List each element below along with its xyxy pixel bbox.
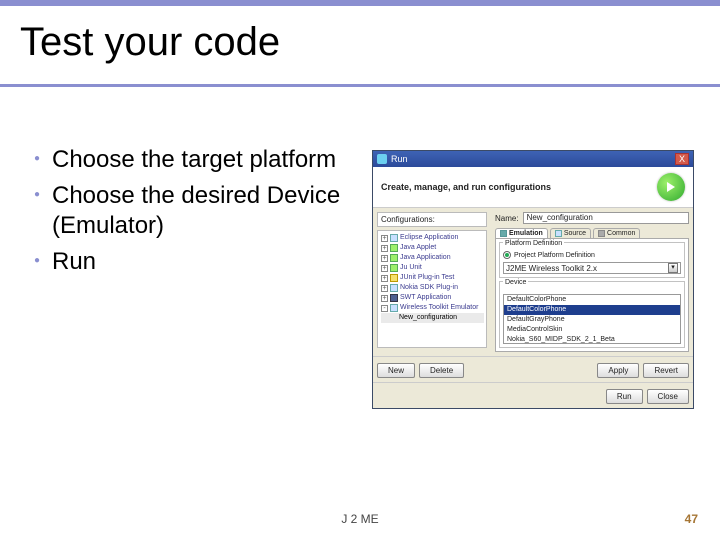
run-dialog-icon	[377, 154, 387, 164]
node-icon	[390, 264, 398, 272]
tree-node-label[interactable]: Ju Unit	[400, 263, 422, 273]
revert-button[interactable]: Revert	[643, 363, 689, 378]
device-list-item[interactable]: DefaultGrayPhone	[504, 315, 680, 325]
expand-icon[interactable]: +	[381, 285, 388, 292]
node-icon	[390, 284, 398, 292]
slide-page-number: 47	[685, 512, 698, 526]
title-underline	[0, 84, 720, 87]
close-button-bottom[interactable]: Close	[647, 389, 689, 404]
phone-icon	[500, 230, 507, 237]
expand-icon[interactable]: +	[381, 255, 388, 262]
source-icon	[555, 230, 562, 237]
delete-button[interactable]: Delete	[419, 363, 464, 378]
run-dialog-window: Run X Create, manage, and run configurat…	[372, 150, 694, 409]
expand-icon[interactable]: +	[381, 265, 388, 272]
tab-common[interactable]: Common	[593, 228, 640, 238]
bullet-item: Choose the target platform	[52, 145, 360, 175]
tab-strip: Emulation Source Common	[495, 228, 689, 238]
expand-icon[interactable]: -	[381, 305, 388, 312]
configurations-panel: Configurations: + Eclipse Application + Ja…	[373, 208, 491, 356]
device-group-title: Device	[503, 279, 528, 286]
tree-node-label[interactable]: JUnit Plug-in Test	[400, 273, 454, 283]
tree-node: + Nokia SDK Plug-in	[381, 283, 484, 293]
configurations-label: Configurations:	[377, 212, 487, 227]
expand-icon[interactable]: +	[381, 295, 388, 302]
radio-button[interactable]	[503, 251, 511, 259]
device-list-item-selected[interactable]: DefaultColorPhone	[504, 305, 680, 315]
node-icon	[390, 234, 398, 242]
run-dialog-title: Run	[391, 154, 671, 164]
bullet-item: Choose the desired Device (Emulator)	[52, 181, 360, 241]
configurations-tree[interactable]: + Eclipse Application + Java Applet + Java …	[377, 230, 487, 348]
tree-node-label[interactable]: Wireless Toolkit Emulator	[400, 303, 478, 313]
tree-node: + SWT Application	[381, 293, 484, 303]
tree-node: - Wireless Toolkit Emulator	[381, 303, 484, 313]
middle-button-row: New Delete Apply Revert	[373, 356, 693, 382]
bottom-button-row: Run Close	[373, 382, 693, 408]
tree-node: + Java Applet	[381, 243, 484, 253]
platform-combo-value: J2ME Wireless Toolkit 2.x	[506, 264, 597, 273]
device-list-item[interactable]: MediaControlSkin	[504, 325, 680, 335]
node-icon	[390, 294, 398, 302]
device-list-item[interactable]: Nokia_S60_MIDP_SDK_2_1_Beta	[504, 335, 680, 344]
tree-node-label[interactable]: Java Applet	[400, 243, 436, 253]
node-icon	[390, 254, 398, 262]
tree-node: + Eclipse Application	[381, 233, 484, 243]
expand-icon[interactable]: +	[381, 235, 388, 242]
new-button[interactable]: New	[377, 363, 415, 378]
platform-combo[interactable]: J2ME Wireless Toolkit 2.x ▾	[503, 262, 681, 274]
slide-bullets: Choose the target platform Choose the de…	[30, 145, 360, 283]
apply-button[interactable]: Apply	[597, 363, 639, 378]
tab-label: Emulation	[509, 230, 543, 237]
common-icon	[598, 230, 605, 237]
expand-icon[interactable]: +	[381, 275, 388, 282]
name-input[interactable]: New_configuration	[523, 212, 689, 224]
node-icon	[390, 274, 398, 282]
bullet-item: Run	[52, 247, 360, 277]
play-circle-icon	[657, 173, 685, 201]
slide-title: Test your code	[20, 20, 280, 65]
close-button[interactable]: X	[675, 153, 689, 165]
tab-label: Common	[607, 230, 635, 237]
tree-node-label[interactable]: SWT Application	[400, 293, 451, 303]
platform-radio-label: Project Platform Definition	[514, 252, 595, 259]
platform-radio-row[interactable]: Project Platform Definition	[503, 251, 681, 259]
node-icon	[390, 304, 398, 312]
tree-node-label[interactable]: New_configuration	[399, 313, 457, 323]
device-list-item[interactable]: DefaultColorPhone	[504, 295, 680, 305]
dialog-subheader-text: Create, manage, and run configurations	[381, 182, 657, 192]
chevron-down-icon[interactable]: ▾	[668, 263, 678, 273]
tree-node: + JUnit Plug-in Test	[381, 273, 484, 283]
dialog-subheader: Create, manage, and run configurations	[373, 167, 693, 207]
titlebar[interactable]: Run X	[373, 151, 693, 167]
slide-top-accent	[0, 0, 720, 6]
node-icon	[390, 244, 398, 252]
configuration-details: Name: New_configuration Emulation Source…	[491, 208, 693, 356]
slide-footer-center: J 2 ME	[0, 512, 720, 526]
platform-group: Platform Definition Project Platform Def…	[499, 242, 685, 278]
tab-label: Source	[564, 230, 586, 237]
tree-node-label[interactable]: Java Application	[400, 253, 451, 263]
tree-node: + Java Application	[381, 253, 484, 263]
tab-emulation[interactable]: Emulation	[495, 228, 548, 238]
run-button[interactable]: Run	[606, 389, 643, 404]
emulation-pane: Platform Definition Project Platform Def…	[495, 238, 689, 352]
device-group: Device DefaultColorPhone DefaultColorPho…	[499, 281, 685, 348]
name-label: Name:	[495, 214, 519, 223]
expand-icon[interactable]: +	[381, 245, 388, 252]
platform-group-title: Platform Definition	[503, 240, 564, 247]
tab-source[interactable]: Source	[550, 228, 591, 238]
tree-node-label[interactable]: Nokia SDK Plug-in	[400, 283, 458, 293]
device-list[interactable]: DefaultColorPhone DefaultColorPhone Defa…	[503, 294, 681, 344]
tree-node: + Ju Unit	[381, 263, 484, 273]
tree-node-selected: New_configuration	[381, 313, 484, 323]
tree-node-label[interactable]: Eclipse Application	[400, 233, 458, 243]
